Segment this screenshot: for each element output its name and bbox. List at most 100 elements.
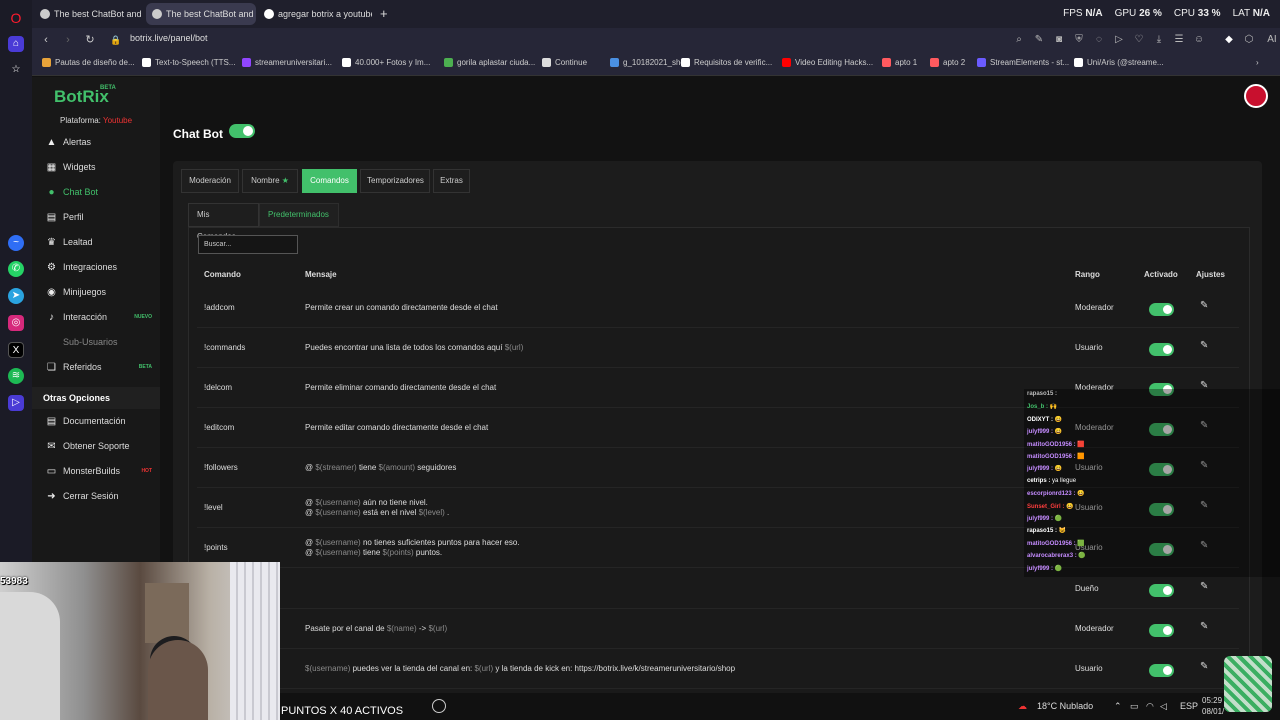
chat-username: escorpionrd123 : bbox=[1027, 491, 1076, 498]
message-text: seguidores bbox=[417, 463, 457, 472]
download-icon[interactable]: ⤓ bbox=[1152, 33, 1166, 47]
command-rank[interactable]: Moderador bbox=[1075, 624, 1114, 633]
browser-tab[interactable]: The best ChatBot and Wi bbox=[34, 3, 144, 25]
sidebar-item-alertas[interactable]: ▲ Alertas bbox=[32, 131, 160, 153]
edit-icon[interactable]: ✎ bbox=[1032, 33, 1046, 47]
sidebar-badge: NUEVO bbox=[134, 314, 152, 320]
bookmark-item[interactable]: Text-to-Speech (TTS... bbox=[142, 58, 235, 67]
edit-icon[interactable]: ✎ bbox=[1200, 661, 1208, 672]
search-input[interactable] bbox=[198, 235, 298, 254]
play-icon[interactable]: ▷ bbox=[1112, 33, 1126, 47]
edit-icon[interactable]: ✎ bbox=[1200, 581, 1208, 592]
camera-icon[interactable]: ◙ bbox=[1052, 33, 1066, 47]
bookmark-item[interactable]: streameruniversitari... bbox=[242, 58, 332, 67]
platform-selector[interactable]: Plataforma: Youtube bbox=[60, 116, 132, 125]
bookmarks-overflow-icon[interactable]: › bbox=[1256, 58, 1259, 67]
search-icon[interactable]: ⌕ bbox=[1012, 33, 1026, 47]
command-enabled-toggle[interactable] bbox=[1149, 303, 1174, 316]
tab-extras[interactable]: Extras bbox=[433, 169, 470, 193]
reload-icon[interactable]: ↻ bbox=[82, 32, 98, 48]
sidebar-item-perfil[interactable]: ▤ Perfil bbox=[32, 206, 160, 228]
shield-icon[interactable]: ⛨ bbox=[1072, 33, 1086, 47]
extensions-icon[interactable]: ⬡ bbox=[1242, 33, 1256, 47]
bookmark-item[interactable]: Pautas de diseño de... bbox=[42, 58, 135, 67]
command-rank[interactable]: Moderador bbox=[1075, 303, 1114, 312]
sidebar-item-obtener-soporte[interactable]: ✉ Obtener Soporte bbox=[32, 435, 160, 457]
chat-username: julyf999 : bbox=[1027, 466, 1054, 473]
command-enabled-toggle[interactable] bbox=[1149, 343, 1174, 356]
sidebar-item-chat-bot[interactable]: ● Chat Bot bbox=[32, 181, 160, 203]
volume-icon[interactable]: ◁ bbox=[1160, 701, 1167, 712]
bookmark-item[interactable]: Uni/Aris (@streame... bbox=[1074, 58, 1164, 67]
clock-time[interactable]: 05:29 bbox=[1202, 696, 1222, 705]
x-icon[interactable]: X bbox=[8, 342, 24, 358]
back-icon[interactable]: ‹ bbox=[38, 32, 54, 48]
ai-button[interactable]: AI bbox=[1264, 33, 1280, 47]
heart-icon[interactable]: ♡ bbox=[1132, 33, 1146, 47]
taskbar-app-icon[interactable] bbox=[432, 699, 446, 713]
profile-icon[interactable]: ☺ bbox=[1192, 33, 1206, 47]
wifi-icon[interactable]: ◠ bbox=[1146, 701, 1154, 712]
bookmark-item[interactable]: gorila aplastar ciuda... bbox=[444, 58, 535, 67]
sidebar-item-referidos[interactable]: ❏ Referidos BETA bbox=[32, 356, 160, 378]
browser-tab[interactable]: agregar botrix a youtube bbox=[258, 3, 372, 25]
chatbot-toggle[interactable] bbox=[229, 124, 255, 138]
message-text: tiene bbox=[362, 548, 381, 557]
bookmark-item[interactable]: apto 2 bbox=[930, 58, 965, 67]
vpn-icon[interactable]: ◌ bbox=[1092, 33, 1106, 47]
spotify-icon[interactable]: ≋ bbox=[8, 368, 24, 384]
instagram-icon[interactable]: ◎ bbox=[8, 315, 24, 331]
edit-icon[interactable]: ✎ bbox=[1200, 300, 1208, 311]
telegram-icon[interactable]: ➤ bbox=[8, 288, 24, 304]
tab-nombre[interactable]: Nombre ★ bbox=[242, 169, 298, 193]
new-tab-button[interactable]: + bbox=[374, 3, 390, 25]
opera-logo-icon[interactable]: O bbox=[8, 10, 24, 26]
subtab-mis-comandos[interactable]: Mis Comandos bbox=[188, 203, 259, 241]
wallet-icon[interactable]: ◆ bbox=[1222, 33, 1236, 47]
home-icon[interactable]: ⌂ bbox=[8, 36, 24, 52]
bookmark-item[interactable]: Video Editing Hacks... bbox=[782, 58, 873, 67]
language-indicator[interactable]: ESP bbox=[1180, 701, 1198, 711]
bookmark-item[interactable]: 40.000+ Fotos y Im... bbox=[342, 58, 430, 67]
player-icon[interactable]: ▷ bbox=[8, 395, 24, 411]
whatsapp-icon[interactable]: ✆ bbox=[8, 261, 24, 277]
tab-comandos[interactable]: Comandos bbox=[302, 169, 357, 193]
clock-date[interactable]: 08/01/ bbox=[1202, 707, 1224, 716]
sidebar-item-integraciones[interactable]: ⚙ Integraciones bbox=[32, 256, 160, 278]
sidebar-item-widgets[interactable]: ▦ Widgets bbox=[32, 156, 160, 178]
tab-temporizadores[interactable]: Temporizadores bbox=[360, 169, 430, 193]
url-field[interactable]: botrix.live/panel/bot bbox=[130, 33, 208, 43]
chat-username: julyf999 : bbox=[1027, 516, 1054, 522]
tray-chevron-icon[interactable]: ⌃ bbox=[1114, 701, 1122, 712]
bookmark-item[interactable]: Continue bbox=[542, 58, 587, 67]
avatar[interactable] bbox=[1244, 84, 1268, 108]
command-enabled-toggle[interactable] bbox=[1149, 664, 1174, 677]
edit-icon[interactable]: ✎ bbox=[1200, 621, 1208, 632]
bookmark-item[interactable]: Requisitos de verific... bbox=[681, 58, 772, 67]
sidebar-item-cerrar-sesi-n[interactable]: ➜ Cerrar Sesión bbox=[32, 485, 160, 507]
star-icon[interactable]: ☆ bbox=[8, 62, 24, 78]
sidebar-item-interacci-n[interactable]: ♪ Interacción NUEVO bbox=[32, 306, 160, 328]
menu-icon[interactable]: ☰ bbox=[1172, 33, 1186, 47]
sidebar-item-sub-usuarios[interactable]: Sub-Usuarios bbox=[32, 331, 160, 353]
subtab-predeterminados[interactable]: Predeterminados bbox=[259, 203, 339, 227]
command-rank[interactable]: Usuario bbox=[1075, 664, 1103, 673]
forward-icon[interactable]: › bbox=[60, 32, 76, 48]
network-icon[interactable]: ▭ bbox=[1130, 701, 1139, 712]
command-rank[interactable]: Usuario bbox=[1075, 343, 1103, 352]
weather-text[interactable]: 18°C Nublado bbox=[1037, 701, 1093, 711]
sidebar-item-documentaci-n[interactable]: ▤ Documentación bbox=[32, 410, 160, 432]
bookmark-item[interactable]: StreamElements - st... bbox=[977, 58, 1069, 67]
sidebar-item-lealtad[interactable]: ♛ Lealtad bbox=[32, 231, 160, 253]
command-enabled-toggle[interactable] bbox=[1149, 624, 1174, 637]
messenger-icon[interactable]: ~ bbox=[8, 235, 24, 251]
command-rank[interactable]: Dueño bbox=[1075, 584, 1099, 593]
sidebar-item-minijuegos[interactable]: ◉ Minijuegos bbox=[32, 281, 160, 303]
bookmark-item[interactable]: g_10182021_shcc bbox=[610, 58, 688, 67]
command-enabled-toggle[interactable] bbox=[1149, 584, 1174, 597]
bookmark-item[interactable]: apto 1 bbox=[882, 58, 917, 67]
sidebar-item-monsterbuilds[interactable]: ▭ MonsterBuilds HOT bbox=[32, 460, 160, 482]
edit-icon[interactable]: ✎ bbox=[1200, 340, 1208, 351]
tab-moderacion[interactable]: Moderación bbox=[181, 169, 239, 193]
browser-tab-active[interactable]: The best ChatBot and Wi bbox=[146, 3, 256, 25]
